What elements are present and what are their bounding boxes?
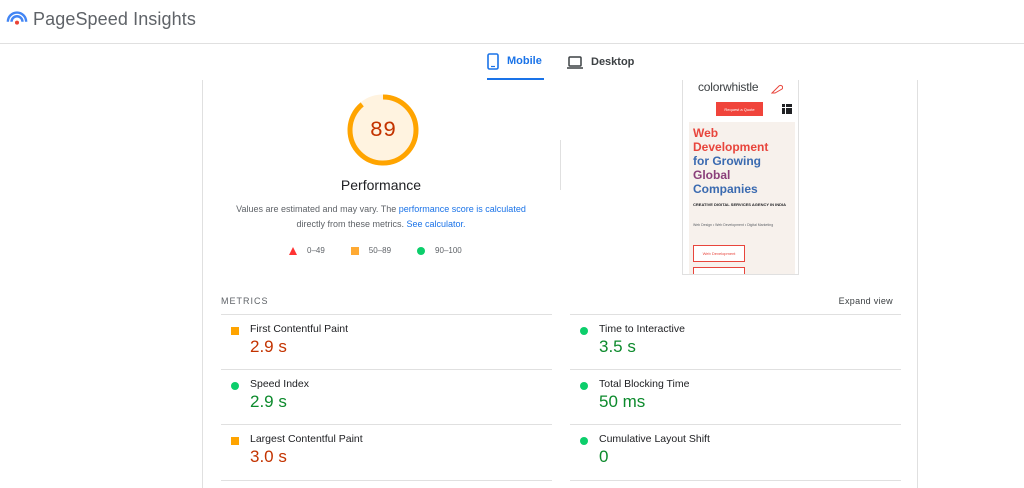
laptop-icon [567,55,583,69]
request-quote-button: Request a Quote [716,102,763,116]
page-screenshot-thumbnail: colorwhistle Request a Quote Web Develop… [682,80,799,275]
hero-line-2: Development [693,140,769,154]
metrics-bottom-divider [570,480,901,481]
top-bar: PageSpeed Insights [0,0,1024,44]
metric-title: First Contentful Paint [250,323,349,335]
metric-speed-index: Speed Index 2.9 s [221,369,552,424]
metric-title: Speed Index [250,378,309,390]
metric-total-blocking-time: Total Blocking Time 50 ms [570,369,901,424]
see-calculator-link[interactable]: See calculator. [406,219,465,229]
metric-time-to-interactive: Time to Interactive 3.5 s [570,314,901,369]
phone-icon [487,52,499,70]
metric-title: Total Blocking Time [599,378,690,390]
legend-average: 50–89 [350,246,392,255]
tab-desktop-label: Desktop [591,56,635,68]
app-logo[interactable]: PageSpeed Insights [6,8,196,30]
tab-desktop[interactable]: Desktop [567,44,637,80]
note-text-1: Values are estimated and may vary. The [236,204,399,214]
metric-title: Time to Interactive [599,323,685,335]
performance-gauge: 89 [346,93,420,167]
whistle-icon [770,81,784,99]
score-calculated-link[interactable]: performance score is calculated [399,204,526,214]
metrics-heading: METRICS [221,296,269,306]
performance-score: 89 [369,117,397,143]
legend-pass-range: 90–100 [435,246,462,255]
circle-icon [417,246,426,255]
metric-cumulative-layout-shift: Cumulative Layout Shift 0 [570,424,901,479]
metric-largest-contentful-paint: Largest Contentful Paint 3.0 s [221,424,552,479]
metric-first-contentful-paint: First Contentful Paint 2.9 s [221,314,552,369]
vertical-divider [560,140,561,190]
hero-line-5: Companies [693,182,758,196]
legend-fail: 0–49 [289,246,325,255]
performance-title: Performance [340,177,422,193]
average-square-icon [231,327,239,335]
average-square-icon [231,437,239,445]
site-hero: Web Development for Growing Global Compa… [689,122,795,274]
metric-value: 2.9 s [250,392,287,411]
triangle-icon [289,246,297,255]
site-brand: colorwhistle [698,80,759,94]
hero-line-4: Global [693,168,731,182]
metric-value: 3.5 s [599,337,636,356]
tab-mobile-label: Mobile [507,55,542,67]
legend-pass: 90–100 [417,246,462,255]
metrics-bottom-divider [221,480,552,481]
tab-mobile[interactable]: Mobile [487,44,544,80]
score-legend: 0–49 50–89 90–100 [289,246,488,255]
pass-circle-icon [580,382,588,390]
grid-menu-icon [782,104,792,114]
report-panel: 89 Performance Values are estimated and … [202,80,918,488]
metric-value: 0 [599,447,609,466]
pass-circle-icon [580,327,588,335]
metric-title: Cumulative Layout Shift [599,433,710,445]
note-text-2: directly from these metrics. [296,219,407,229]
hero-line-1: Web [693,126,719,140]
legend-average-range: 50–89 [368,246,392,255]
device-tabs: Mobile Desktop [0,44,1024,80]
hero-services: Web Design • Web Development • Digital M… [693,223,774,227]
expand-view-button[interactable]: Expand view [839,296,893,306]
pass-circle-icon [231,382,239,390]
pagespeed-logo-icon [6,11,28,25]
metric-value: 3.0 s [250,447,287,466]
app-title: PageSpeed Insights [33,8,196,29]
metric-value: 2.9 s [250,337,287,356]
hero-cta-button: Web Development [693,245,745,262]
metric-title: Largest Contentful Paint [250,433,363,445]
hero-subtitle: CREATIVE DIGITAL SERVICES AGENCY IN INDI… [693,202,787,207]
square-icon [350,246,359,255]
hero-line-3: for Growing [693,154,761,168]
hero-second-button [693,267,745,274]
metric-value: 50 ms [599,392,646,411]
pass-circle-icon [580,437,588,445]
legend-fail-range: 0–49 [307,246,325,255]
hero-title: Web Development for Growing Global Compa… [693,126,768,196]
performance-note: Values are estimated and may vary. The p… [225,202,537,232]
